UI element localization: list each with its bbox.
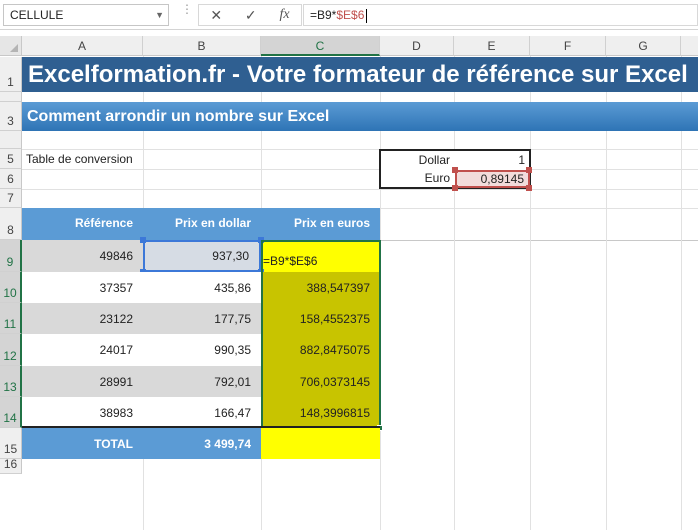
row-header-6[interactable]: 6	[0, 169, 22, 189]
table-cell-usd[interactable]: 792,01	[143, 366, 261, 397]
range-handle[interactable]	[258, 237, 264, 243]
row-header-9[interactable]: 9	[0, 240, 22, 272]
range-handle[interactable]	[140, 237, 146, 243]
splitter-handle[interactable]: ⋮	[181, 3, 193, 24]
gridline	[22, 189, 698, 190]
row-header-8[interactable]: 8	[0, 208, 22, 240]
row-header-11[interactable]: 11	[0, 303, 22, 334]
table-cell-ref[interactable]: 23122	[22, 303, 143, 334]
cancel-icon[interactable]: ✕	[210, 7, 222, 24]
column-header-c[interactable]: C	[261, 36, 380, 56]
page-title: Excelformation.fr - Votre formateur de r…	[22, 57, 698, 92]
dollar-value[interactable]: 1	[454, 150, 529, 170]
table-cell-usd[interactable]: 990,35	[143, 334, 261, 366]
formula-buttons: ✕ ✓ fx	[198, 4, 302, 26]
table-cell-eur[interactable]: 148,3996815	[261, 397, 380, 428]
row-header-5[interactable]: 5	[0, 149, 22, 169]
row-header-13[interactable]: 13	[0, 366, 22, 397]
page-subtitle: Comment arrondir un nombre sur Excel	[22, 102, 698, 131]
row-header-3[interactable]: 3	[0, 102, 22, 131]
table-cell-eur[interactable]: 158,4552375	[261, 303, 380, 334]
formula-input[interactable]: =B9*$E$6	[303, 4, 698, 26]
row-header-16[interactable]: 16	[0, 457, 22, 474]
column-header-a[interactable]: A	[22, 36, 143, 56]
table-cell-ref[interactable]: 37357	[22, 272, 143, 303]
table-cell-ref[interactable]: 28991	[22, 366, 143, 397]
column-header-f[interactable]: F	[530, 36, 606, 56]
table-cell-ref[interactable]: 24017	[22, 334, 143, 366]
euro-value-cell[interactable]: 0,89145	[455, 170, 530, 188]
table-header-eur: Prix en euros	[261, 208, 380, 240]
conversion-label: Table de conversion	[26, 152, 133, 166]
formula-ref: $E$6	[336, 8, 365, 22]
table-cell-eur[interactable]: 882,8475075	[261, 334, 380, 366]
row-header-12[interactable]: 12	[0, 334, 22, 366]
select-all-corner[interactable]	[0, 36, 22, 56]
name-box-value: CELLULE	[10, 8, 64, 22]
name-box[interactable]: CELLULE ▼	[3, 4, 169, 26]
active-cell-formula: =B9*$E$6	[263, 254, 318, 268]
row-header-7[interactable]: 7	[0, 189, 22, 208]
active-cell-editor[interactable]: =B9*$E$6	[261, 240, 380, 272]
row-header-4[interactable]	[0, 131, 22, 149]
total-eur[interactable]	[261, 428, 380, 459]
table-cell-usd-referenced[interactable]: 937,30	[143, 240, 261, 272]
column-header-e[interactable]: E	[454, 36, 530, 56]
total-usd[interactable]: 3 499,74	[143, 428, 261, 459]
column-header-h[interactable]	[681, 36, 698, 56]
table-cell-ref[interactable]: 49846	[22, 240, 143, 272]
range-handle[interactable]	[452, 185, 458, 191]
fx-icon[interactable]: fx	[279, 7, 289, 23]
gridline	[22, 169, 698, 170]
check-icon[interactable]: ✓	[245, 7, 257, 24]
table-cell-usd[interactable]: 177,75	[143, 303, 261, 334]
row-header-15[interactable]: 15	[0, 428, 22, 459]
row-header-1[interactable]: 1	[0, 57, 22, 92]
range-handle[interactable]	[452, 167, 458, 173]
text-cursor	[366, 8, 368, 23]
range-handle[interactable]	[526, 185, 532, 191]
column-header-d[interactable]: D	[380, 36, 454, 56]
table-header-reference: Référence	[22, 208, 143, 240]
table-header-usd: Prix en dollar	[143, 208, 261, 240]
row-header-2[interactable]	[0, 92, 22, 102]
table-cell-usd[interactable]: 166,47	[143, 397, 261, 428]
total-label: TOTAL	[22, 428, 143, 459]
euro-label: Euro	[424, 171, 450, 185]
table-cell-eur[interactable]: 388,547397	[261, 272, 380, 303]
row-header-10[interactable]: 10	[0, 272, 22, 303]
chevron-down-icon[interactable]: ▼	[155, 5, 164, 25]
formula-prefix: =B9*	[310, 8, 337, 22]
table-cell-ref[interactable]: 38983	[22, 397, 143, 428]
column-header-g[interactable]: G	[606, 36, 681, 56]
dollar-label: Dollar	[418, 153, 450, 167]
table-cell-eur[interactable]: 706,0373145	[261, 366, 380, 397]
row-header-14[interactable]: 14	[0, 397, 22, 428]
column-header-b[interactable]: B	[143, 36, 261, 56]
range-handle[interactable]	[526, 167, 532, 173]
gridline	[22, 149, 698, 150]
table-cell-usd[interactable]: 435,86	[143, 272, 261, 303]
